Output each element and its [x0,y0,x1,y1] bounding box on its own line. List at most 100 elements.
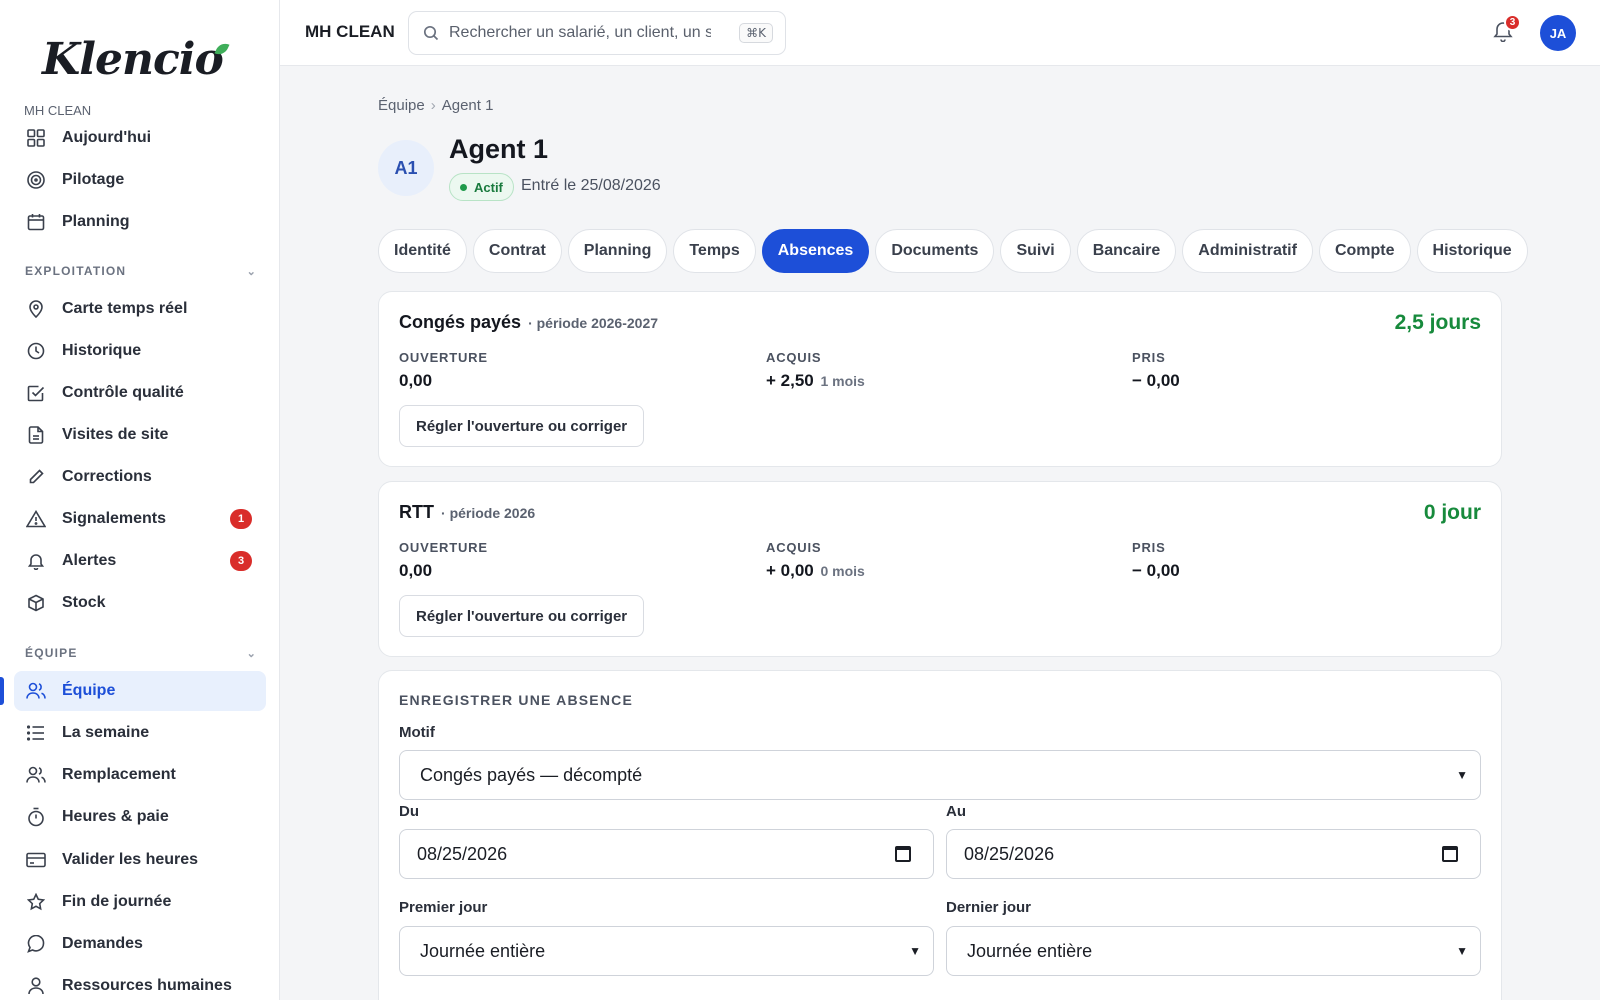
sidebar-item-label: Carte temps réel [62,300,188,317]
tab-bancaire[interactable]: Bancaire [1076,229,1177,273]
sidebar-item-label: Planning [62,213,130,230]
user-avatar[interactable]: JA [1540,15,1576,51]
breadcrumb-current: Agent 1 [441,97,494,114]
notifications-button[interactable]: 3 [1493,14,1521,47]
balance-title: RTT [399,502,434,522]
tab-absences[interactable]: Absences [761,229,870,273]
stat-acquired: ACQUIS + 2,50 1 mois [766,350,865,390]
sidebar-item-historique[interactable]: Historique [14,331,266,371]
tab-suivi[interactable]: Suivi [1000,229,1071,273]
sidebar-item-label: Historique [62,342,142,359]
calendar-icon[interactable] [1442,846,1458,862]
balance-card-rtt: RTT · période 2026 0 jour OUVERTURE 0,00… [378,481,1502,657]
star-icon [26,892,46,912]
profile-tabs: Identité Contrat Planning Temps Absences… [378,229,1528,273]
last-day-label: Dernier jour [946,899,1032,916]
section-equipe[interactable]: ÉQUIPE ⌄ [25,646,257,660]
breadcrumb-parent[interactable]: Équipe [378,97,425,114]
top-bar: MH CLEAN ⌘K 3 JA [280,0,1600,66]
balance-title: Congés payés [399,312,522,332]
sidebar-item-ressources-humaines[interactable]: Ressources humaines [14,966,266,1000]
sidebar-item-pilotage[interactable]: Pilotage [14,160,266,200]
sidebar-item-la-semaine[interactable]: La semaine [14,713,266,753]
sidebar-item-fin-journee[interactable]: Fin de journée [14,882,266,922]
sidebar-item-label: Fin de journée [62,893,172,910]
tab-historique[interactable]: Historique [1416,229,1528,273]
sidebar-item-alertes[interactable]: Alertes 3 [14,541,266,581]
sidebar-item-signalements[interactable]: Signalements 1 [14,499,266,539]
to-label: Au [946,803,966,820]
sidebar-item-label: Remplacement [62,766,176,783]
sidebar-item-label: Stock [62,594,106,611]
count-badge: 1 [230,509,252,529]
sidebar-item-label: Équipe [62,682,116,699]
global-search[interactable]: ⌘K [408,11,786,55]
chevron-down-icon: ⌄ [246,265,257,278]
motif-label: Motif [399,724,435,741]
motif-select[interactable]: Congés payés — décompté ▼ [399,750,1481,800]
search-icon [423,25,439,41]
chevron-down-icon: ⌄ [246,647,257,660]
sidebar-item-equipe[interactable]: Équipe [14,671,266,711]
chevron-right-icon: › [430,97,436,114]
last-day-select[interactable]: Journée entière ▼ [946,926,1481,976]
form-heading: ENREGISTRER UNE ABSENCE [399,692,633,708]
sidebar-item-controle-qualite[interactable]: Contrôle qualité [14,373,266,413]
section-exploitation[interactable]: EXPLOITATION ⌄ [25,264,257,278]
shortcut-hint: ⌘K [739,23,773,43]
sidebar-item-aujourdhui[interactable]: Aujourd'hui [14,118,266,158]
tab-identite[interactable]: Identité [378,229,467,273]
sidebar-item-label: Demandes [62,935,143,952]
status-badge: Actif [449,173,514,201]
from-label: Du [399,803,419,820]
sidebar-item-planning[interactable]: Planning [14,202,266,242]
calendar-icon[interactable] [895,846,911,862]
stat-opening: OUVERTURE 0,00 [399,350,488,390]
org-name: MH CLEAN [24,103,92,118]
map-pin-icon [26,299,46,319]
absence-form-card: ENREGISTRER UNE ABSENCE Motif Congés pay… [378,670,1502,1000]
sidebar-item-demandes[interactable]: Demandes [14,924,266,964]
sidebar-item-label: Corrections [62,468,152,485]
box-icon [26,593,46,613]
balance-total: 0 jour [1423,501,1481,524]
sidebar-item-visites[interactable]: Visites de site [14,415,266,455]
adjust-balance-button[interactable]: Régler l'ouverture ou corriger [399,405,645,447]
sidebar-item-label: Signalements [62,510,167,527]
page-title: Agent 1 [449,134,549,164]
status-dot [460,183,467,191]
tab-temps[interactable]: Temps [673,229,756,273]
tab-planning[interactable]: Planning [567,229,668,273]
search-input[interactable] [449,24,711,42]
adjust-balance-button[interactable]: Régler l'ouverture ou corriger [399,595,645,637]
sidebar-item-heures-paie[interactable]: Heures & paie [14,797,266,837]
breadcrumb: Équipe › Agent 1 [378,97,493,114]
stat-opening: OUVERTURE 0,00 [399,540,488,580]
agent-avatar: A1 [378,140,434,196]
sidebar-item-stock[interactable]: Stock [14,583,266,623]
stopwatch-icon [26,807,46,827]
from-date-input[interactable]: 08/25/2026 [399,829,934,879]
to-date-input[interactable]: 08/25/2026 [946,829,1481,879]
sidebar-item-label: Valider les heures [62,851,199,868]
tab-documents[interactable]: Documents [875,229,995,273]
sidebar-item-valider-heures[interactable]: Valider les heures [14,840,266,880]
bell-icon [26,551,46,571]
sidebar-item-label: Alertes [62,552,117,569]
tab-compte[interactable]: Compte [1318,229,1411,273]
first-day-select[interactable]: Journée entière ▼ [399,926,934,976]
bell-icon [1493,22,1513,46]
balance-period: · période 2026 [441,505,536,521]
app-logo[interactable]: Klencio [42,34,230,85]
list-icon [26,723,46,743]
clock-icon [26,341,46,361]
tab-administratif[interactable]: Administratif [1182,229,1313,273]
stat-acquired: ACQUIS + 0,00 0 mois [766,540,865,580]
balance-total: 2,5 jours [1394,311,1481,334]
users-icon [26,681,46,701]
calendar-icon [26,212,46,232]
sidebar-item-remplacement[interactable]: Remplacement [14,755,266,795]
sidebar-item-corrections[interactable]: Corrections [14,457,266,497]
tab-contrat[interactable]: Contrat [472,229,562,273]
sidebar-item-carte[interactable]: Carte temps réel [14,289,266,329]
